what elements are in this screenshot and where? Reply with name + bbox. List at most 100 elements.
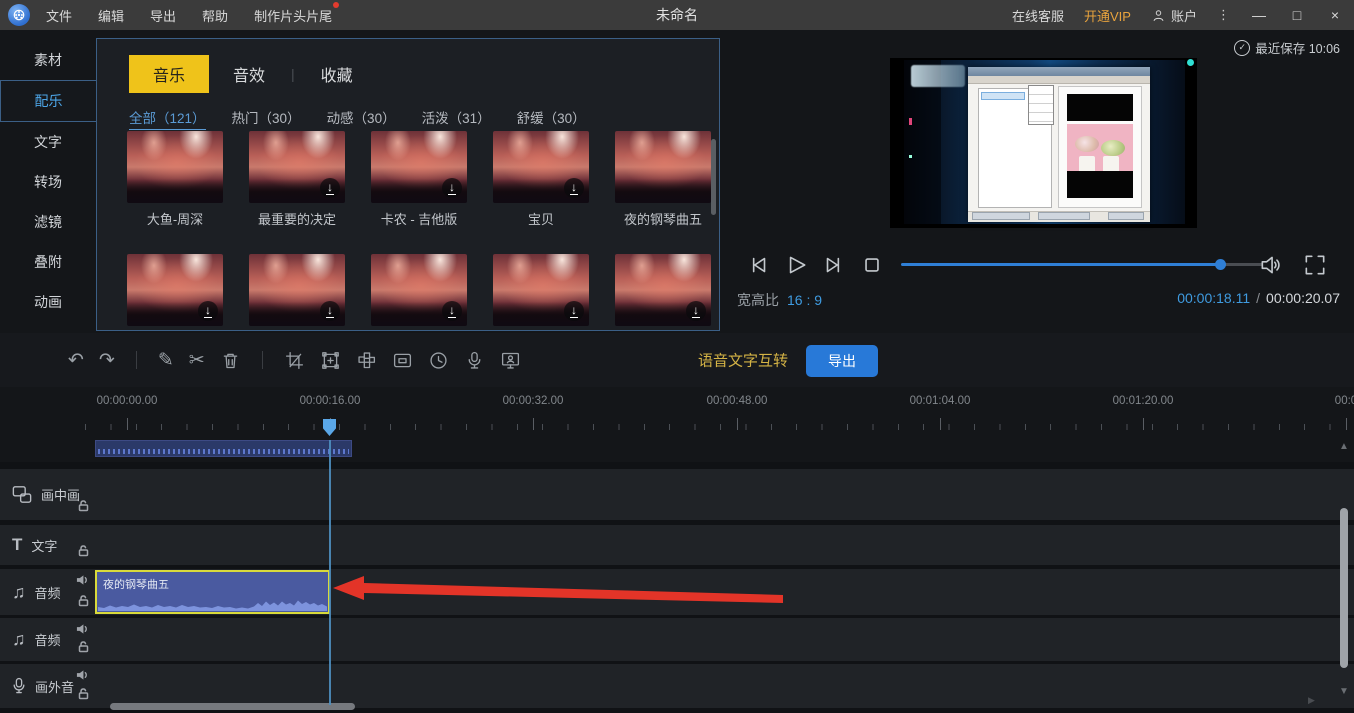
mute-icon[interactable] [76, 669, 89, 684]
menu-help[interactable]: 帮助 [202, 6, 228, 25]
tab-favorites[interactable]: 收藏 [297, 55, 377, 93]
music-card[interactable]: 夜的钢琴曲五 [615, 131, 711, 228]
audio-clip-selected[interactable]: 夜的钢琴曲五 [95, 570, 330, 614]
undo-icon[interactable]: ↶ [68, 351, 84, 370]
download-icon[interactable]: ↓ [564, 178, 584, 198]
music-card[interactable]: ↓ [249, 254, 345, 326]
close-button[interactable]: × [1326, 7, 1344, 23]
track-voiceover[interactable]: 画外音 [0, 664, 1354, 708]
clip-overview-strip[interactable] [95, 440, 352, 457]
category-lively[interactable]: 活泼（31） [422, 107, 491, 130]
music-card[interactable]: ↓ 卡农 - 吉他版 [371, 131, 467, 228]
minimize-button[interactable]: — [1250, 7, 1268, 23]
music-card[interactable]: ↓ [371, 254, 467, 326]
edit-icon[interactable]: ✎ [158, 351, 174, 370]
kebab-menu-icon[interactable]: ⋮ [1217, 7, 1230, 23]
music-thumbnail[interactable]: ↓ [249, 254, 345, 326]
download-icon[interactable]: ↓ [442, 178, 462, 198]
delete-icon[interactable] [220, 350, 241, 371]
music-thumbnail[interactable]: ↓ [249, 131, 345, 203]
stop-button[interactable] [859, 252, 885, 278]
hscroll-right-arrow-icon[interactable]: ▶ [1308, 695, 1315, 706]
download-icon[interactable]: ↓ [198, 301, 218, 321]
scale-icon[interactable] [320, 350, 341, 371]
music-thumbnail[interactable]: ↓ [615, 254, 711, 326]
playhead-line[interactable] [329, 440, 331, 705]
download-icon[interactable]: ↓ [320, 301, 340, 321]
vscroll-up-arrow-icon[interactable]: ▲ [1339, 441, 1349, 452]
cut-icon[interactable]: ✂ [189, 351, 205, 370]
music-card[interactable]: ↓ [127, 254, 223, 326]
selection-handle[interactable] [1187, 59, 1194, 66]
overlay-icon[interactable] [392, 350, 413, 371]
online-support-link[interactable]: 在线客服 [1012, 6, 1064, 25]
freeze-frame-icon[interactable] [500, 350, 521, 371]
sidebar-item-transitions[interactable]: 转场 [0, 162, 96, 202]
menu-file[interactable]: 文件 [46, 6, 72, 25]
vertical-scrollbar[interactable] [1340, 508, 1348, 668]
music-thumbnail[interactable]: ↓ [493, 254, 589, 326]
menu-export[interactable]: 导出 [150, 6, 176, 25]
timeline-ruler[interactable]: 00:00:00.00 00:00:16.00 00:00:32.00 00:0… [0, 387, 1354, 462]
account-button[interactable]: 账户 [1151, 6, 1197, 25]
previous-frame-button[interactable] [745, 252, 771, 278]
lock-icon[interactable] [78, 595, 89, 610]
aspect-ratio[interactable]: 宽高比 16 : 9 [737, 290, 822, 310]
record-voice-icon[interactable] [464, 350, 485, 371]
tab-music[interactable]: 音乐 [129, 55, 210, 93]
music-card[interactable]: ↓ [615, 254, 711, 326]
music-card[interactable]: ↓ 最重要的决定 [249, 131, 345, 228]
category-hot[interactable]: 热门（30） [232, 107, 301, 130]
category-dynamic[interactable]: 动感（30） [327, 107, 396, 130]
music-thumbnail[interactable] [127, 131, 223, 203]
category-soothing[interactable]: 舒缓（30） [517, 107, 586, 130]
duration-icon[interactable] [428, 350, 449, 371]
music-thumbnail[interactable]: ↓ [493, 131, 589, 203]
track-pip[interactable]: 画中画 [0, 469, 1354, 520]
mute-icon[interactable] [76, 623, 89, 638]
volume-icon[interactable] [1258, 252, 1284, 278]
export-button[interactable]: 导出 [806, 345, 878, 377]
download-icon[interactable]: ↓ [564, 301, 584, 321]
lock-icon[interactable] [78, 545, 89, 560]
menu-edit[interactable]: 编辑 [98, 6, 124, 25]
panel-scrollbar[interactable] [711, 139, 716, 215]
music-thumbnail[interactable]: ↓ [127, 254, 223, 326]
music-card[interactable]: ↓ [493, 254, 589, 326]
music-card[interactable]: 大鱼-周深 [127, 131, 223, 228]
play-button[interactable] [783, 252, 809, 278]
video-preview-frame[interactable] [890, 58, 1197, 228]
crop-icon[interactable] [284, 350, 305, 371]
mute-icon[interactable] [76, 574, 89, 589]
maximize-button[interactable]: □ [1288, 7, 1306, 23]
sidebar-item-filters[interactable]: 滤镜 [0, 202, 96, 242]
speech-text-converter[interactable]: 语音文字互转 [698, 350, 788, 371]
track-audio-2[interactable]: ♫ 音频 [0, 618, 1354, 661]
music-thumbnail[interactable]: ↓ [371, 254, 467, 326]
lock-icon[interactable] [78, 688, 89, 703]
music-thumbnail[interactable]: ↓ [371, 131, 467, 203]
sidebar-item-overlays[interactable]: 叠附 [0, 242, 96, 282]
track-text[interactable]: T 文字 [0, 525, 1354, 565]
next-frame-button[interactable] [821, 252, 847, 278]
seek-bar[interactable] [901, 258, 1263, 270]
vscroll-down-arrow-icon[interactable]: ▼ [1339, 686, 1349, 697]
download-icon[interactable]: ↓ [320, 178, 340, 198]
sidebar-item-animation[interactable]: 动画 [0, 282, 96, 322]
playhead-marker[interactable] [323, 419, 336, 436]
sidebar-item-media[interactable]: 素材 [0, 40, 96, 80]
category-all[interactable]: 全部（121） [129, 107, 206, 130]
fullscreen-icon[interactable] [1302, 252, 1328, 278]
sidebar-item-music[interactable]: 配乐 [0, 80, 96, 122]
mosaic-icon[interactable] [356, 350, 377, 371]
music-card[interactable]: ↓ 宝贝 [493, 131, 589, 228]
menu-intro-outro[interactable]: 制作片头片尾 [254, 1, 340, 25]
lock-icon[interactable] [78, 641, 89, 656]
download-icon[interactable]: ↓ [686, 301, 706, 321]
seek-handle[interactable] [1215, 259, 1226, 270]
horizontal-scrollbar[interactable] [110, 703, 355, 710]
app-logo-icon[interactable] [8, 4, 30, 26]
tab-sound-effects[interactable]: 音效 [209, 55, 289, 93]
lock-icon[interactable] [78, 500, 89, 515]
sidebar-item-text[interactable]: 文字 [0, 122, 96, 162]
